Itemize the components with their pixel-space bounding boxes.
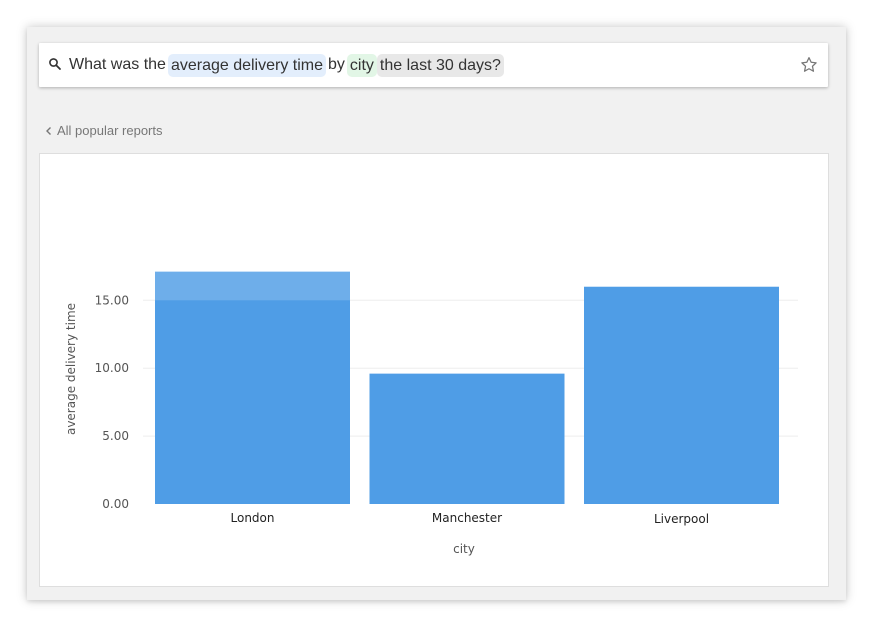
query-text: by <box>328 56 345 73</box>
x-tick-label: London <box>231 511 275 525</box>
y-tick-label: 10.00 <box>95 361 129 375</box>
x-tick-label: Manchester <box>432 511 502 525</box>
all-popular-reports-link[interactable]: All popular reports <box>45 123 163 138</box>
x-tick-labels: London Manchester Liverpool <box>231 511 710 526</box>
bars <box>155 271 779 504</box>
search-query[interactable]: What was the average delivery time by ci… <box>67 53 504 77</box>
back-link-label: All popular reports <box>57 123 163 138</box>
chevron-left-icon <box>46 126 51 135</box>
dimension-chip[interactable]: city <box>346 53 377 77</box>
x-tick-label: Liverpool <box>654 512 709 526</box>
bar-manchester[interactable] <box>369 373 565 504</box>
report-window: What was the average delivery time by ci… <box>27 27 846 600</box>
measure-chip[interactable]: average delivery time <box>167 53 327 77</box>
y-axis-label: average delivery time <box>64 303 78 435</box>
x-axis-label: city <box>453 542 475 556</box>
y-tick-label: 5.00 <box>102 429 129 443</box>
bar-chart: 0.00 5.00 10.00 15.00 London Manchester Liver… <box>64 271 798 556</box>
search-icon <box>49 58 61 70</box>
query-text: What was the <box>69 56 166 73</box>
bar-london[interactable] <box>155 271 350 504</box>
y-tick-label: 15.00 <box>95 293 129 307</box>
y-tick-labels: 0.00 5.00 10.00 15.00 <box>95 293 129 511</box>
star-outline-icon[interactable] <box>799 55 819 75</box>
search-bar[interactable]: What was the average delivery time by ci… <box>39 43 828 87</box>
bar-hover-highlight <box>155 271 350 301</box>
chart-card: 0.00 5.00 10.00 15.00 London Manchester Liver… <box>39 153 829 587</box>
y-tick-label: 0.00 <box>102 497 129 511</box>
time-range-chip[interactable]: the last 30 days? <box>376 53 504 77</box>
bar-liverpool[interactable] <box>584 286 779 504</box>
